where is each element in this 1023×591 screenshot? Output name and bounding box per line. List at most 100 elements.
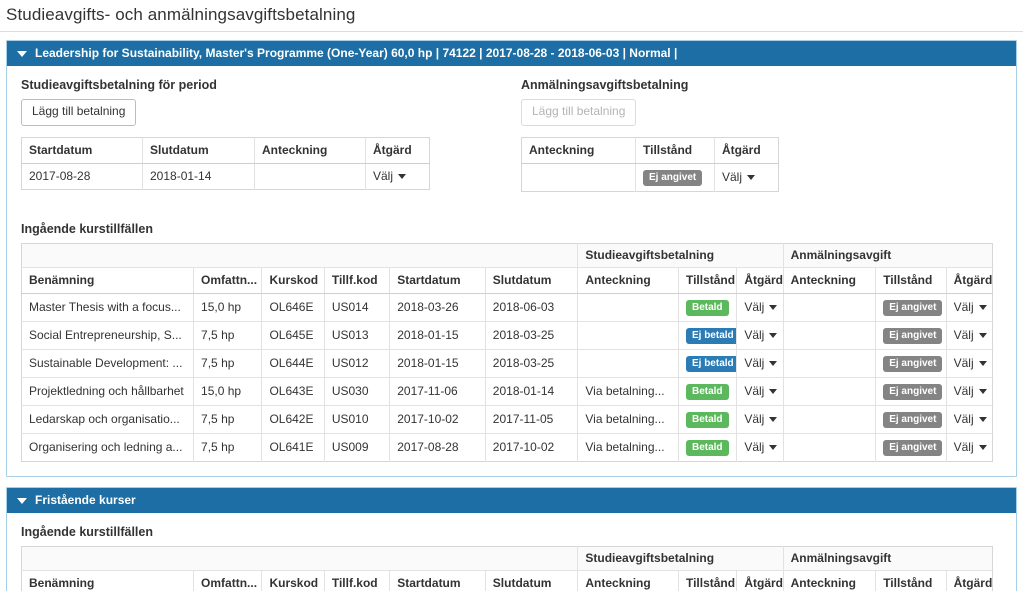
atgard-dropdown-label: Välj [373, 168, 394, 183]
atgard-dropdown-label: Välj [744, 411, 765, 426]
cell-kurskod: OL643E [261, 377, 325, 406]
col-benamning: Benämning [21, 570, 195, 591]
chevron-down-icon [978, 444, 987, 450]
col-omfattning: Omfattn... [193, 570, 263, 591]
atgard-dropdown[interactable]: Välj [744, 299, 778, 315]
atgard-dropdown-label: Välj [744, 299, 765, 314]
cell-omfattning: 7,5 hp [193, 405, 263, 434]
program-panel-header[interactable]: Leadership for Sustainability, Master's … [7, 41, 1016, 67]
cell-benamning-text: Sustainable Development: ... [29, 355, 183, 370]
standalone-panel-header[interactable]: Fristående kurser [7, 487, 1016, 514]
table-row: Ledarskap och organisatio... 7,5 hp OL642E… [21, 405, 993, 434]
table-row: 2017-08-28 2018-01-14 Välj [21, 163, 430, 190]
atgard-dropdown[interactable]: Välj [954, 384, 987, 399]
cell-startdatum: 2018-01-15 [389, 321, 486, 350]
cell-anteckning [254, 163, 366, 190]
atgard-dropdown[interactable]: Välj [954, 300, 987, 315]
col-atgard: Åtgärd [714, 137, 779, 164]
group-study-fee: Studieavgiftsbetalning [577, 243, 784, 268]
cell-benamning-text: Ledarskap och organisatio... [29, 411, 180, 426]
add-study-fee-payment-button[interactable]: Lägg till betalning [21, 99, 137, 126]
col-kurskod: Kurskod [261, 570, 325, 591]
col-aa-atgard: Åtgärd [946, 570, 993, 591]
cell-sa-anteckning: Via betalning... [577, 433, 679, 462]
title-divider [0, 31, 1023, 32]
cell-aa-anteckning [783, 349, 877, 378]
standalone-courses-group-row: Studieavgiftsbetalning Anmälningsavgift [21, 546, 993, 572]
status-badge: Ej angivet [883, 383, 943, 400]
atgard-dropdown[interactable]: Välj [954, 328, 987, 343]
program-panel-title: Leadership for Sustainability, Master's … [35, 46, 678, 60]
cell-kurskod-text: OL645E [269, 327, 314, 342]
atgard-dropdown[interactable]: Välj [744, 328, 778, 343]
cell-slutdatum-text: 2017-11-05 [492, 411, 554, 426]
cell-aa-anteckning [783, 433, 877, 462]
cell-sa-anteckning [577, 321, 679, 350]
atgard-dropdown[interactable]: Välj [722, 169, 756, 185]
col-slutdatum: Slutdatum [485, 267, 579, 294]
atgard-dropdown[interactable]: Välj [373, 168, 407, 184]
group-blank [21, 546, 579, 572]
status-badge: Betald [685, 411, 729, 428]
atgard-dropdown[interactable]: Välj [744, 411, 778, 427]
cell-tillf-kod-text: US012 [331, 355, 369, 370]
program-courses-header-row: Benämning Omfattn... Kurskod Tillf.kod S… [21, 267, 993, 294]
study-fee-table-body: 2017-08-28 2018-01-14 Välj [21, 163, 430, 190]
cell-slutdatum: 2018-03-25 [485, 349, 579, 378]
cell-aa-atgard: Välj [946, 293, 993, 322]
atgard-dropdown[interactable]: Välj [954, 356, 987, 371]
cell-tillf-kod: US013 [324, 321, 391, 350]
atgard-dropdown-label: Välj [953, 411, 974, 426]
atgard-dropdown[interactable]: Välj [744, 384, 778, 399]
cell-aa-atgard: Välj [946, 377, 993, 406]
cell-omfattning: 15,0 hp [193, 377, 263, 406]
program-courses-heading: Ingående kurstillfällen [21, 221, 153, 236]
group-application-fee: Anmälningsavgift [783, 546, 993, 572]
add-application-fee-payment-button[interactable]: Lägg till betalning [521, 99, 637, 126]
cell-startdatum-text: 2017-10-02 [397, 411, 459, 426]
col-tillstand: Tillstånd [635, 137, 715, 164]
cell-sa-tillstand: Betald [678, 433, 738, 462]
chevron-down-icon [769, 332, 778, 338]
col-tillf-kod: Tillf.kod [324, 570, 391, 591]
cell-benamning: Projektledning och hållbarhet [21, 377, 195, 406]
col-sa-tillstand: Tillstånd [678, 267, 738, 294]
chevron-down-icon [978, 388, 987, 394]
program-panel: Leadership for Sustainability, Master's … [6, 40, 1017, 477]
cell-sa-anteckning [577, 349, 679, 378]
cell-slutdatum: 2018-01-14 [485, 377, 579, 406]
col-atgard: Åtgärd [365, 137, 430, 164]
cell-startdatum: 2018-01-15 [389, 349, 486, 378]
cell-startdatum: 2017-08-28 [21, 163, 143, 190]
cell-startdatum: 2017-10-02 [389, 405, 486, 434]
atgard-dropdown[interactable]: Välj [954, 440, 987, 455]
atgard-dropdown[interactable]: Välj [744, 440, 778, 455]
cell-aa-atgard: Välj [946, 405, 993, 434]
cell-tillf-kod: US014 [324, 293, 391, 322]
program-courses-table: Studieavgiftsbetalning Anmälningsavgift … [21, 242, 993, 462]
study-fee-heading: Studieavgiftsbetalning för period [21, 78, 217, 93]
atgard-dropdown[interactable]: Välj [954, 412, 987, 427]
col-aa-anteckning: Anteckning [783, 267, 877, 294]
cell-benamning: Ledarskap och organisatio... [21, 405, 195, 434]
program-courses-block: Ingående kurstillfällen Studieavgiftsbet… [21, 222, 1002, 462]
cell-omfattning-text: 7,5 hp [201, 327, 235, 342]
cell-tillf-kod-text: US014 [331, 299, 369, 314]
chevron-down-icon [769, 416, 778, 422]
atgard-dropdown-label: Välj [722, 169, 743, 184]
cell-kurskod: OL645E [261, 321, 325, 350]
study-fee-table: Startdatum Slutdatum Anteckning Åtgärd 2… [21, 136, 430, 190]
application-fee-header-row: Anteckning Tillstånd Åtgärd [521, 137, 779, 164]
col-kurskod: Kurskod [261, 267, 325, 294]
cell-aa-anteckning [783, 377, 877, 406]
atgard-dropdown-label: Välj [953, 383, 974, 398]
col-slutdatum: Slutdatum [485, 570, 579, 591]
cell-anteckning [521, 163, 636, 192]
chevron-down-icon [17, 50, 27, 57]
atgard-dropdown[interactable]: Välj [744, 356, 778, 371]
cell-sa-tillstand: Betald [678, 293, 738, 322]
cell-slutdatum-text: 2018-01-14 [492, 383, 555, 398]
cell-kurskod-text: OL641E [269, 439, 314, 454]
atgard-dropdown-label: Välj [953, 439, 974, 454]
table-row: Sustainable Development: ... 7,5 hp OL644E… [21, 349, 993, 378]
